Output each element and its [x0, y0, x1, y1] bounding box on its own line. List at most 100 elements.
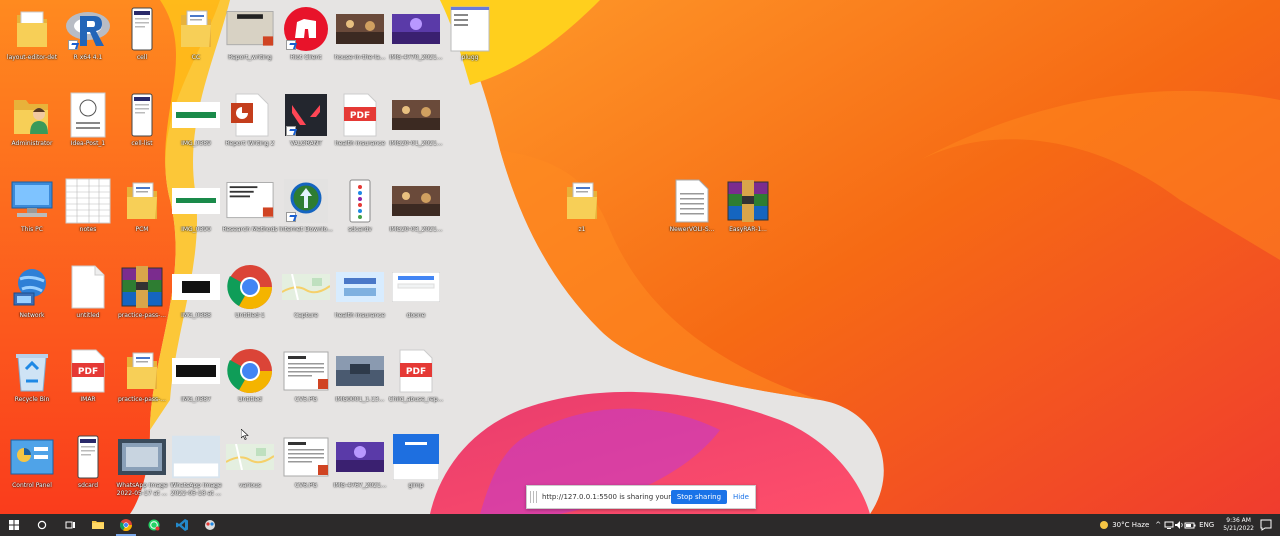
rar-icon [724, 178, 772, 224]
clock[interactable]: 9:36 AM 5/21/2022 [1223, 517, 1254, 533]
doc-thumb-icon [282, 434, 330, 480]
desktop-icon[interactable]: Untitled [222, 348, 278, 404]
chrome-icon [226, 348, 274, 394]
valorant-icon [282, 92, 330, 138]
desktop-icon[interactable]: This PC [4, 178, 60, 234]
whatsapp-taskbar-button[interactable] [140, 514, 168, 536]
vscode-taskbar-button[interactable] [168, 514, 196, 536]
desktop-icon[interactable]: CV5.PG [278, 348, 334, 404]
desktop-icon[interactable]: Recycle Bin [4, 348, 60, 404]
desktop-icon[interactable]: practice-pass-... [114, 348, 170, 404]
desktop-icon[interactable]: IMG_0387 [168, 348, 224, 404]
desktop-icon[interactable]: z1 [554, 178, 610, 234]
recycle-icon [8, 348, 56, 394]
search-circle-icon [37, 520, 47, 530]
desktop-icon[interactable]: VALORANT [278, 92, 334, 148]
ppt-icon [226, 92, 274, 138]
desktop-icon[interactable]: Capture [278, 264, 334, 320]
desktop-icon[interactable]: EasyRAR-1... [720, 178, 776, 234]
desktop-icon[interactable]: doone [388, 264, 444, 320]
desktop-icon-label: Internet Downlo... [279, 226, 333, 233]
desktop-icon-label: IMG20-01_2021... [389, 140, 443, 147]
weather-text[interactable]: 30°C Haze [1112, 521, 1149, 529]
desktop-icon-label: IMG-4767_2021... [333, 482, 387, 489]
desktop-icon[interactable]: CC [168, 6, 224, 62]
desktop-icon[interactable]: house-in-the-la... [332, 6, 388, 62]
show-hidden-icons[interactable]: ^ [1155, 521, 1161, 529]
desktop-icon-label: Control Panel [12, 482, 52, 489]
desktop-icon[interactable]: IMG-4767_2021... [332, 434, 388, 490]
desktop-icon[interactable]: PCM [114, 178, 170, 234]
desktop-icon[interactable]: Riot Client [278, 6, 334, 62]
desktop-icon-label: Recycle Bin [14, 396, 50, 403]
desktop-icon[interactable]: PDF health insurance [332, 92, 388, 148]
hide-link[interactable]: Hide [733, 493, 749, 501]
desktop-icon[interactable]: IMG20-01_2021... [388, 92, 444, 148]
desktop-icon[interactable]: health insurance [332, 264, 388, 320]
desktop-icon-label: WhatsApp Image 2022-05-17 at ... [116, 482, 168, 497]
desktop-icon[interactable]: CV6.PG [278, 434, 334, 490]
rar-icon [118, 264, 166, 310]
file-explorer-button[interactable] [84, 514, 112, 536]
desktop-icon[interactable]: Research Methods [222, 178, 278, 234]
desktop-icon[interactable]: Untitled-1 [222, 264, 278, 320]
search-button[interactable] [28, 514, 56, 536]
desktop-icon[interactable]: WhatsApp Image 2022-05-17 at ... [114, 434, 170, 498]
desktop-icon[interactable]: plugg [442, 6, 498, 62]
start-button[interactable] [0, 514, 28, 536]
desktop-icon[interactable]: gimp [388, 434, 444, 490]
desktop-icon[interactable]: IMG-4770_2021... [388, 6, 444, 62]
desktop-icon-label: layout-editor-det [6, 54, 58, 61]
desktop-icon[interactable]: various [222, 434, 278, 490]
notification-icon[interactable] [1260, 519, 1272, 531]
clock-time: 9:36 AM [1226, 517, 1251, 524]
task-view-button[interactable] [56, 514, 84, 536]
desktop-icon[interactable]: WhatsApp Image 2022-05-18 at ... [168, 434, 224, 498]
task-view-icon [65, 521, 75, 529]
desktop-icon-label: various [239, 482, 261, 489]
desktop-icon-label: gimp [408, 482, 424, 489]
drag-handle[interactable] [530, 491, 538, 503]
desktop-icon[interactable]: Network [4, 264, 60, 320]
desktop-icon-label: WhatsApp Image 2022-05-18 at ... [170, 482, 222, 497]
desktop-icon[interactable]: NewerVOLI-S... [664, 178, 720, 234]
volume-icon[interactable] [1174, 520, 1184, 530]
desktop-icon-label: z1 [578, 226, 586, 233]
phone-icon [118, 6, 166, 52]
desktop-icon-label: Riot Client [290, 54, 322, 61]
desktop-icon[interactable]: Idea-Post_1 [60, 92, 116, 148]
user-folder-icon [8, 92, 56, 138]
desktop-icon[interactable]: Report_writing [222, 6, 278, 62]
desktop-icon[interactable]: R x64 4.1 [60, 6, 116, 62]
desktop-icon[interactable]: IMG20-03_2021... [388, 178, 444, 234]
desktop-icon[interactable]: layout-editor-det [4, 6, 60, 62]
desktop-icon[interactable]: IMG_0389 [168, 92, 224, 148]
desktop-icon[interactable]: cell [114, 6, 170, 62]
desktop-icon-label: Capture [294, 312, 318, 319]
battery-icon[interactable] [1184, 520, 1196, 530]
desktop-icon[interactable]: Administrator [4, 92, 60, 148]
desktop-icon-label: CV6.PG [294, 482, 318, 489]
desktop-icon[interactable]: cell-list [114, 92, 170, 148]
desktop-icon[interactable]: IMG_0388 [168, 264, 224, 320]
desktop-icon[interactable]: Control Panel [4, 434, 60, 490]
desktop-icon[interactable]: notes [60, 178, 116, 234]
network-icon[interactable] [1164, 520, 1174, 530]
chrome-taskbar-button[interactable] [112, 514, 140, 536]
desktop-icon[interactable]: untitled [60, 264, 116, 320]
language-indicator[interactable]: ENG [1199, 521, 1214, 529]
stop-sharing-button[interactable]: Stop sharing [670, 490, 728, 504]
desktop-icon[interactable]: PDF IMAR [60, 348, 116, 404]
desktop-icon[interactable]: Report Writing 2 [222, 92, 278, 148]
snipping-tool-taskbar-button[interactable] [196, 514, 224, 536]
desktop-icon[interactable]: Internet Downlo... [278, 178, 334, 234]
desktop-icon[interactable]: IMG0001_1.13... [332, 348, 388, 404]
desktop-icon[interactable]: IMG_0390 [168, 178, 224, 234]
desktop-icon[interactable]: sdcardv [332, 178, 388, 234]
network-icon [8, 264, 56, 310]
desktop-icon[interactable]: sdcard [60, 434, 116, 490]
desktop-icon[interactable]: practice-pass-... [114, 264, 170, 320]
arabic-3-icon [172, 264, 220, 310]
r-icon [64, 6, 112, 52]
desktop-icon[interactable]: PDF Child_abuse_rep... [388, 348, 444, 404]
